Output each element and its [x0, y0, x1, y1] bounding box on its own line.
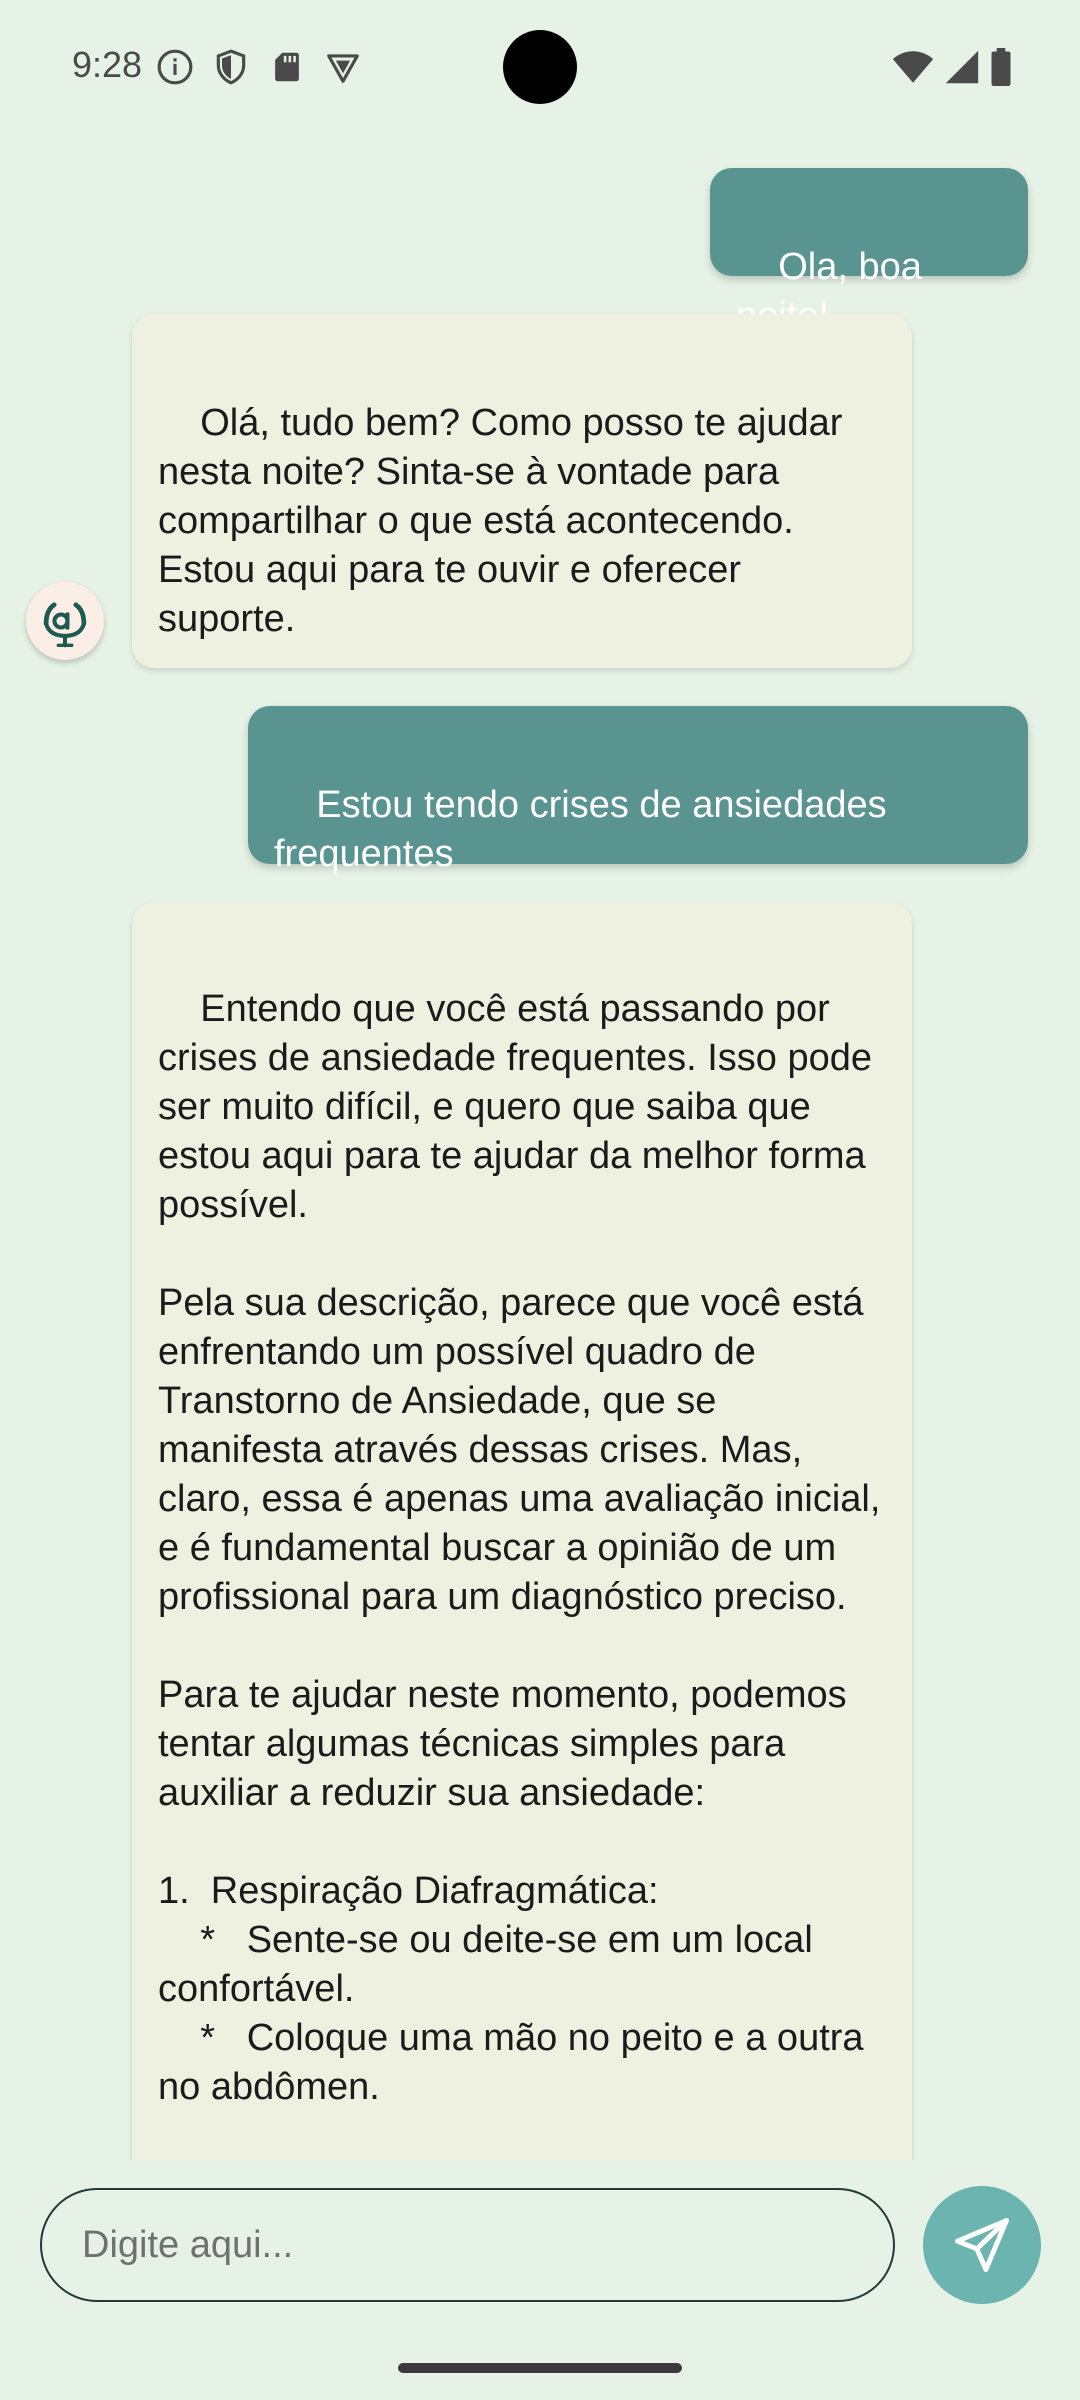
- info-icon: [157, 49, 193, 85]
- user-message-bubble: Ola, boa noite!: [710, 168, 1028, 337]
- message-text: Estou tendo crises de ansiedades frequen…: [274, 784, 898, 875]
- wifi-icon: [892, 51, 934, 83]
- chat-message-list[interactable]: Ola, boa noite! Olá, tudo bem? Como poss…: [0, 130, 1080, 2160]
- assistant-avatar: [26, 582, 104, 660]
- sd-card-icon: [275, 52, 299, 82]
- status-time: 9:28: [72, 44, 143, 85]
- message-input[interactable]: [40, 2188, 895, 2302]
- vpn-icon: [327, 54, 359, 83]
- status-system-icons: [892, 48, 1012, 86]
- cell-signal-icon: [945, 50, 979, 84]
- home-indicator[interactable]: [398, 2363, 682, 2373]
- lai-logo-icon: [43, 602, 87, 648]
- bot-message-bubble: Entendo que você está passando por crise…: [132, 902, 912, 2160]
- message-text: Olá, tudo bem? Como posso te ajudar nest…: [158, 402, 853, 640]
- message-text: Entendo que você está passando por crise…: [158, 988, 881, 2108]
- user-message-bubble: Estou tendo crises de ansiedades frequen…: [248, 706, 1028, 875]
- battery-icon: [991, 48, 1011, 86]
- message-input-bar: [0, 2160, 1080, 2320]
- bot-message-bubble: Olá, tudo bem? Como posso te ajudar nest…: [132, 314, 912, 668]
- send-button[interactable]: [923, 2186, 1041, 2304]
- shield-icon: [216, 49, 246, 85]
- paper-plane-icon: [955, 2218, 1009, 2272]
- camera-cutout: [503, 30, 577, 104]
- status-bar: 9:28: [0, 0, 1080, 130]
- status-notification-icons: [156, 48, 362, 86]
